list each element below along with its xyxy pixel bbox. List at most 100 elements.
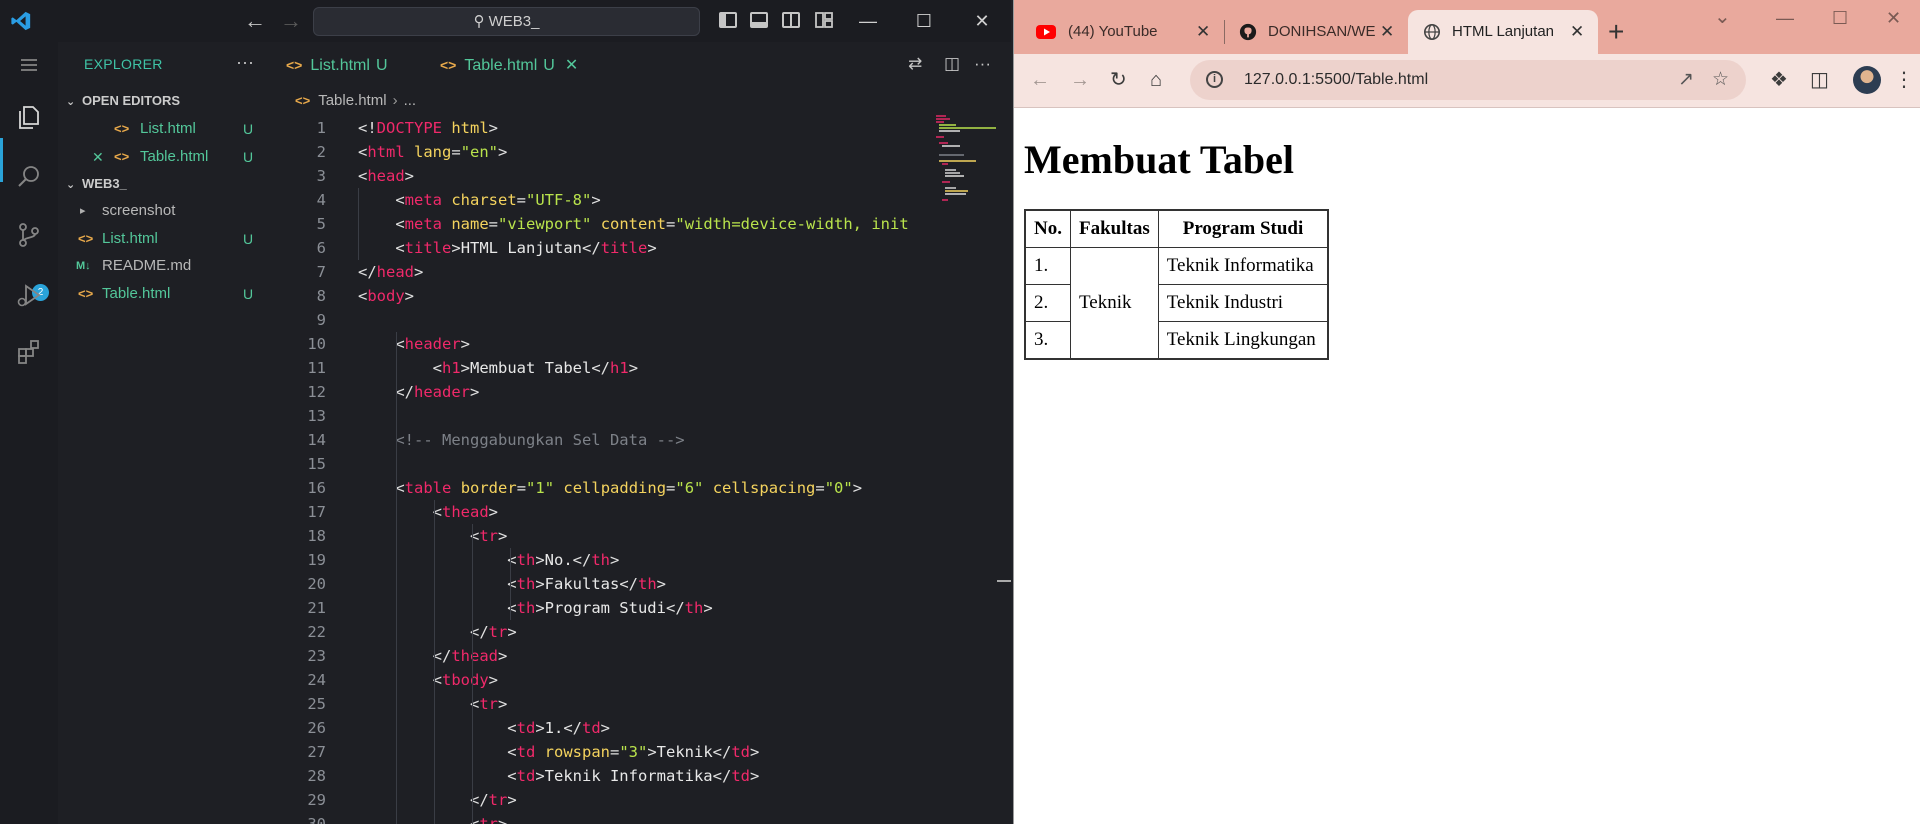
tab-separator bbox=[1224, 20, 1225, 44]
minimize-button[interactable]: — bbox=[1776, 8, 1794, 29]
browser-tab-html-lanjutan[interactable]: HTML Lanjutan ✕ bbox=[1408, 10, 1598, 54]
browser-toolbar: ← → ↻ ⌂ i 127.0.0.1:5500/Table.html ↗ ☆ … bbox=[1014, 54, 1920, 108]
code-token: meta bbox=[404, 191, 442, 209]
share-icon[interactable]: ↗ bbox=[1678, 68, 1694, 91]
tab-status: U bbox=[543, 57, 555, 74]
breadcrumb: <> Table.html ›... bbox=[295, 92, 416, 114]
close-icon[interactable]: ✕ bbox=[92, 144, 104, 170]
line-number: 2 bbox=[316, 143, 326, 161]
breadcrumb-file[interactable]: Table.html bbox=[318, 92, 386, 109]
scrollbar-position-marker bbox=[997, 580, 1011, 582]
breadcrumb-rest[interactable]: ... bbox=[404, 92, 417, 109]
file-tree-item[interactable]: <> Table.html U bbox=[58, 281, 268, 307]
close-tab-icon[interactable]: ✕ bbox=[1380, 10, 1394, 54]
search-icon[interactable] bbox=[14, 162, 44, 192]
compare-changes-icon[interactable]: ⇄ bbox=[908, 54, 922, 74]
new-tab-button[interactable]: + bbox=[1608, 16, 1624, 48]
toggle-secondary-sidebar-icon[interactable] bbox=[782, 12, 800, 28]
line-number: 11 bbox=[307, 359, 326, 377]
back-arrow-icon[interactable]: ← bbox=[244, 8, 266, 34]
extensions-icon[interactable]: ❖ bbox=[1770, 68, 1788, 92]
tab-search-icon[interactable]: ⌄ bbox=[1714, 4, 1731, 29]
tab-title: (44) YouTube bbox=[1068, 23, 1158, 40]
code-token: th bbox=[637, 575, 657, 593]
line-number: 27 bbox=[307, 743, 326, 761]
indent-guide bbox=[358, 188, 359, 260]
line-number: 25 bbox=[307, 695, 326, 713]
code-token: > bbox=[507, 623, 517, 641]
browser-tab-youtube[interactable]: (44) YouTube ✕ bbox=[1024, 10, 1220, 54]
maximize-button[interactable]: ☐ bbox=[904, 6, 944, 36]
toggle-sidebar-icon[interactable] bbox=[719, 12, 737, 28]
html-file-icon: <> bbox=[78, 286, 94, 301]
home-icon[interactable]: ⌂ bbox=[1150, 68, 1162, 92]
code-token: > bbox=[703, 599, 713, 617]
tab-title: HTML Lanjutan bbox=[1452, 23, 1554, 40]
line-number: 5 bbox=[316, 215, 326, 233]
close-tab-icon[interactable]: ✕ bbox=[565, 57, 578, 74]
open-editor-item[interactable]: ✕ <> Table.html U bbox=[58, 144, 268, 170]
explorer-icon[interactable] bbox=[14, 102, 44, 132]
address-url[interactable]: 127.0.0.1:5500/Table.html bbox=[1244, 60, 1428, 100]
close-window-button[interactable]: ✕ bbox=[1886, 8, 1901, 29]
close-tab-icon[interactable]: ✕ bbox=[1570, 10, 1584, 54]
close-tab-icon[interactable]: ✕ bbox=[1196, 10, 1210, 54]
customize-layout-icon[interactable] bbox=[815, 12, 833, 28]
forward-arrow-icon[interactable]: → bbox=[280, 8, 302, 34]
side-panel-icon[interactable]: ◫ bbox=[1810, 68, 1829, 92]
menu-icon[interactable] bbox=[14, 50, 44, 80]
code-line: </head> bbox=[358, 260, 423, 284]
code-editor[interactable]: 1 <!DOCTYPE html> 2 <html lang="en"> 3 <head>… bbox=[268, 114, 1011, 824]
minimize-button[interactable]: — bbox=[848, 6, 888, 36]
code-token: "1" bbox=[526, 479, 555, 497]
forward-arrow-icon[interactable]: → bbox=[1070, 68, 1090, 92]
open-editor-item[interactable]: <> List.html U bbox=[58, 116, 268, 142]
line-number: 23 bbox=[307, 647, 326, 665]
maximize-button[interactable]: ☐ bbox=[1832, 8, 1848, 29]
extensions-icon[interactable] bbox=[14, 336, 44, 366]
code-token: > bbox=[535, 719, 545, 737]
vscode-titlebar: ← → ⚲ WEB3_ — ☐ ✕ bbox=[0, 0, 1011, 42]
split-editor-icon[interactable]: ◫ bbox=[944, 54, 960, 74]
tab-table-html[interactable]: <> Table.html U ✕ bbox=[440, 42, 578, 88]
file-status: U bbox=[243, 286, 254, 302]
code-line: <td rowspan="3">Teknik</td> bbox=[358, 740, 759, 764]
source-control-icon[interactable] bbox=[14, 220, 44, 250]
file-tree-item[interactable]: <> List.html U bbox=[58, 226, 268, 252]
tab-list-html[interactable]: <> List.html U bbox=[286, 42, 388, 88]
file-tree-item[interactable]: M↓ README.md bbox=[58, 253, 268, 279]
search-icon: ⚲ bbox=[473, 13, 485, 30]
code-token: > bbox=[404, 287, 415, 305]
code-token: > bbox=[656, 575, 666, 593]
file-tree-item[interactable]: ▸ screenshot bbox=[58, 198, 268, 224]
run-debug-icon[interactable] bbox=[14, 280, 44, 310]
site-info-icon[interactable]: i bbox=[1206, 71, 1223, 88]
more-actions-icon[interactable]: ··· bbox=[236, 52, 254, 73]
command-center-search[interactable]: ⚲ WEB3_ bbox=[313, 7, 700, 36]
more-actions-icon[interactable]: ··· bbox=[974, 54, 991, 74]
address-bar[interactable]: i 127.0.0.1:5500/Table.html ↗ ☆ bbox=[1190, 60, 1746, 100]
more-menu-icon[interactable]: ⋮ bbox=[1894, 68, 1914, 92]
code-token: > bbox=[628, 359, 639, 377]
open-editor-name: List.html bbox=[140, 120, 196, 137]
html-file-icon: <> bbox=[78, 231, 94, 246]
minimap[interactable] bbox=[936, 114, 996, 204]
explorer-sidebar: EXPLORER ··· ⌄ OPEN EDITORS <> List.html … bbox=[58, 42, 268, 824]
back-arrow-icon[interactable]: ← bbox=[1030, 68, 1050, 92]
reload-icon[interactable]: ↻ bbox=[1110, 68, 1127, 92]
code-token: > bbox=[535, 599, 545, 617]
browser-tab-github[interactable]: DONIHSAN/WE ✕ bbox=[1226, 10, 1404, 54]
bookmark-star-icon[interactable]: ☆ bbox=[1712, 68, 1729, 91]
avatar[interactable] bbox=[1853, 66, 1881, 94]
open-editors-section[interactable]: ⌄ OPEN EDITORS bbox=[66, 93, 180, 108]
code-line: <tbody> bbox=[358, 668, 498, 692]
toggle-panel-icon[interactable] bbox=[750, 12, 768, 28]
code-token: th bbox=[591, 551, 610, 569]
folder-section[interactable]: ⌄ WEB3_ bbox=[66, 176, 127, 191]
code-token: head bbox=[367, 167, 405, 185]
code-token: = bbox=[815, 479, 825, 497]
line-number: 8 bbox=[316, 287, 326, 305]
close-window-button[interactable]: ✕ bbox=[962, 6, 1002, 36]
line-number: 1 bbox=[316, 119, 326, 137]
